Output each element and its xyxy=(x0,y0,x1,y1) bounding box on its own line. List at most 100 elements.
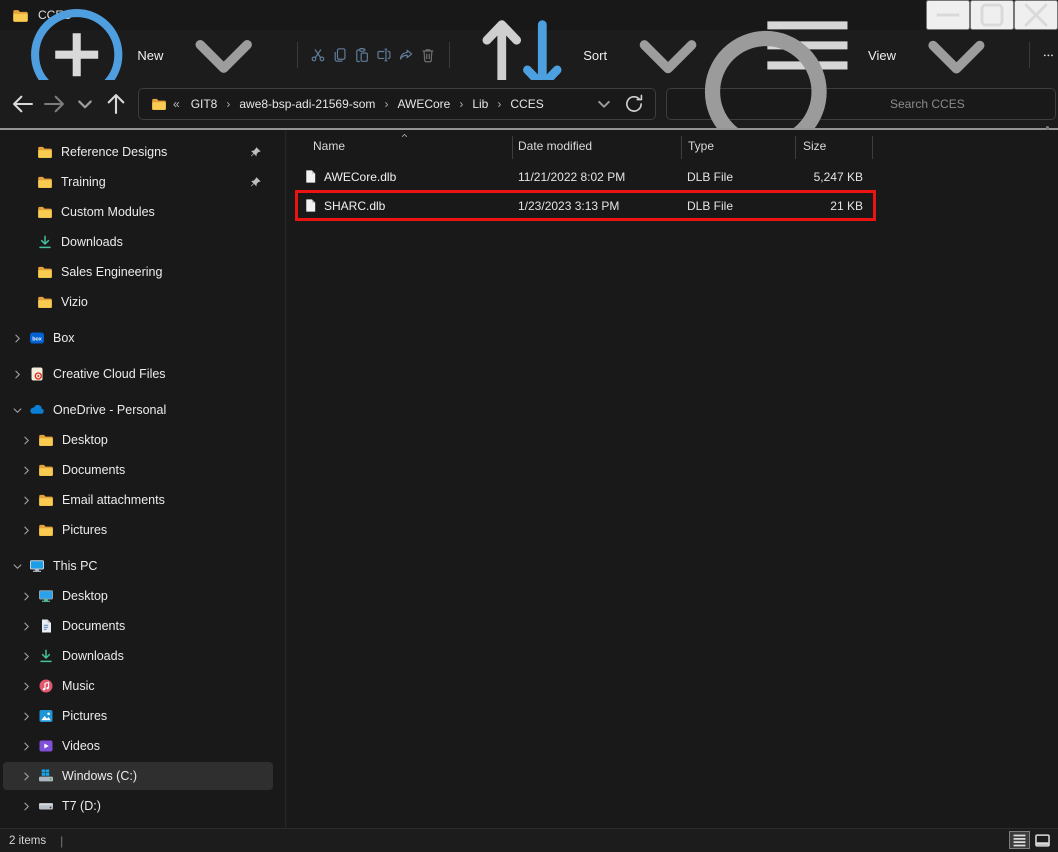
file-row[interactable]: SHARC.dlb 1/23/2023 3:13 PM DLB File 21 … xyxy=(296,191,875,220)
paste-button[interactable] xyxy=(354,37,370,73)
expand-chevron-icon[interactable] xyxy=(20,740,33,753)
sidebar-item[interactable]: Email attachments xyxy=(3,486,273,514)
sidebar-item-label: Reference Designs xyxy=(61,145,167,159)
expand-chevron-icon[interactable] xyxy=(11,560,24,573)
back-button[interactable] xyxy=(10,90,36,118)
sidebar-item[interactable]: Downloads xyxy=(3,228,273,256)
sidebar-item[interactable]: Custom Modules xyxy=(3,198,273,226)
details-view-button[interactable] xyxy=(1009,831,1030,849)
expand-chevron-icon[interactable] xyxy=(20,680,33,693)
expand-chevron-icon[interactable] xyxy=(20,590,33,603)
sidebar-item[interactable]: Videos xyxy=(3,732,273,760)
breadcrumb-item[interactable]: AWECore xyxy=(390,94,457,114)
expand-chevron-icon[interactable] xyxy=(20,524,33,537)
sort-ascending-icon xyxy=(398,130,411,140)
sidebar-item[interactable]: Downloads xyxy=(3,642,273,670)
share-icon xyxy=(398,47,414,63)
file-icon xyxy=(303,198,318,213)
breadcrumb-overflow[interactable]: « xyxy=(173,97,180,111)
search-box xyxy=(666,88,1056,120)
copy-button[interactable] xyxy=(332,37,348,73)
column-header-type[interactable]: Type xyxy=(681,139,795,153)
sidebar-item-label: Vizio xyxy=(61,295,88,309)
rename-button[interactable] xyxy=(376,37,392,73)
expand-chevron-icon[interactable] xyxy=(20,710,33,723)
column-divider[interactable] xyxy=(512,136,513,159)
status-separator: | xyxy=(60,834,63,848)
sidebar-item[interactable]: This PC xyxy=(3,552,273,580)
expand-chevron-icon[interactable] xyxy=(11,404,24,417)
new-button[interactable]: New xyxy=(14,37,287,73)
sidebar-item[interactable]: Sales Engineering xyxy=(3,258,273,286)
file-explorer-window: CCES New Sort View xyxy=(0,0,1058,852)
sidebar-item[interactable]: Documents xyxy=(3,456,273,484)
sidebar-item[interactable]: Creative Cloud Files xyxy=(3,360,273,388)
sidebar-item[interactable]: Reference Designs xyxy=(3,138,273,166)
sidebar-item[interactable]: Desktop xyxy=(3,582,273,610)
sidebar-item-label: Pictures xyxy=(62,523,107,537)
sidebar-item[interactable]: Documents xyxy=(3,612,273,640)
more-options-button[interactable] xyxy=(1042,37,1055,73)
expand-chevron-icon[interactable] xyxy=(20,464,33,477)
sidebar-item-label: Documents xyxy=(62,463,125,477)
column-divider[interactable] xyxy=(795,136,796,159)
sidebar-item[interactable]: Pictures xyxy=(3,516,273,544)
refresh-button[interactable] xyxy=(623,92,645,116)
sidebar-item-label: Desktop xyxy=(62,433,108,447)
sidebar-item-label: Downloads xyxy=(61,235,123,249)
sidebar-item-label: T7 (D:) xyxy=(62,799,101,813)
box-icon: box xyxy=(29,330,45,346)
column-headers: Name Date modified Type Size xyxy=(296,130,875,162)
folder-icon xyxy=(38,522,54,538)
recent-locations-button[interactable] xyxy=(72,90,98,118)
breadcrumb: GIT8 › awe8-bsp-adi-21569-som › AWECore … xyxy=(184,94,593,114)
breadcrumb-item[interactable]: awe8-bsp-adi-21569-som xyxy=(232,94,382,114)
breadcrumb-item[interactable]: CCES xyxy=(503,94,550,114)
expand-chevron-icon[interactable] xyxy=(20,434,33,447)
expand-chevron-icon[interactable] xyxy=(20,770,33,783)
sidebar-item[interactable]: T7 (D:) xyxy=(3,792,273,820)
sidebar-item[interactable]: Windows (C:) xyxy=(3,762,273,790)
sidebar-item[interactable]: box Box xyxy=(3,324,273,352)
address-dropdown-button[interactable] xyxy=(593,92,615,116)
delete-button[interactable] xyxy=(420,37,436,73)
svg-text:box: box xyxy=(32,336,42,342)
thumbnail-view-button[interactable] xyxy=(1032,831,1053,849)
sidebar-item[interactable]: Desktop xyxy=(3,426,273,454)
column-header-name[interactable]: Name xyxy=(296,139,512,153)
breadcrumb-item[interactable]: Lib xyxy=(465,94,495,114)
expand-chevron-icon[interactable] xyxy=(20,620,33,633)
search-input[interactable] xyxy=(890,97,1045,111)
expand-chevron-icon[interactable] xyxy=(11,332,24,345)
sidebar-item[interactable]: OneDrive - Personal xyxy=(3,396,273,424)
expand-chevron-icon[interactable] xyxy=(20,494,33,507)
cut-button[interactable] xyxy=(310,37,326,73)
column-header-date-modified[interactable]: Date modified xyxy=(512,139,681,153)
share-button[interactable] xyxy=(398,37,414,73)
sidebar-item[interactable]: Pictures xyxy=(3,702,273,730)
close-button[interactable] xyxy=(1014,0,1058,30)
breadcrumb-item[interactable]: GIT8 xyxy=(184,94,225,114)
cut-icon xyxy=(310,47,326,63)
up-button[interactable] xyxy=(103,90,129,118)
sidebar-item[interactable]: Training xyxy=(3,168,273,196)
sidebar-item[interactable]: Music xyxy=(3,672,273,700)
breadcrumb-segment: AWECore › xyxy=(390,94,465,114)
column-divider[interactable] xyxy=(872,136,873,159)
column-header-size[interactable]: Size xyxy=(795,139,875,153)
status-bar: 2 items | xyxy=(0,828,1058,852)
expand-chevron-icon[interactable] xyxy=(20,650,33,663)
expand-chevron-icon[interactable] xyxy=(11,368,24,381)
column-divider[interactable] xyxy=(681,136,682,159)
address-bar[interactable]: « GIT8 › awe8-bsp-adi-21569-som › AWECor… xyxy=(138,88,656,120)
sidebar-item-label: OneDrive - Personal xyxy=(53,403,166,417)
refresh-icon xyxy=(623,93,645,115)
file-row[interactable]: AWECore.dlb 11/21/2022 8:02 PM DLB File … xyxy=(296,162,875,191)
sidebar-item[interactable]: Vizio xyxy=(3,288,273,316)
breadcrumb-separator: › xyxy=(495,97,503,111)
forward-button[interactable] xyxy=(41,90,67,118)
file-rows: AWECore.dlb 11/21/2022 8:02 PM DLB File … xyxy=(296,162,875,220)
breadcrumb-separator: › xyxy=(224,97,232,111)
expand-chevron-icon[interactable] xyxy=(20,800,33,813)
pin-icon xyxy=(249,176,262,189)
